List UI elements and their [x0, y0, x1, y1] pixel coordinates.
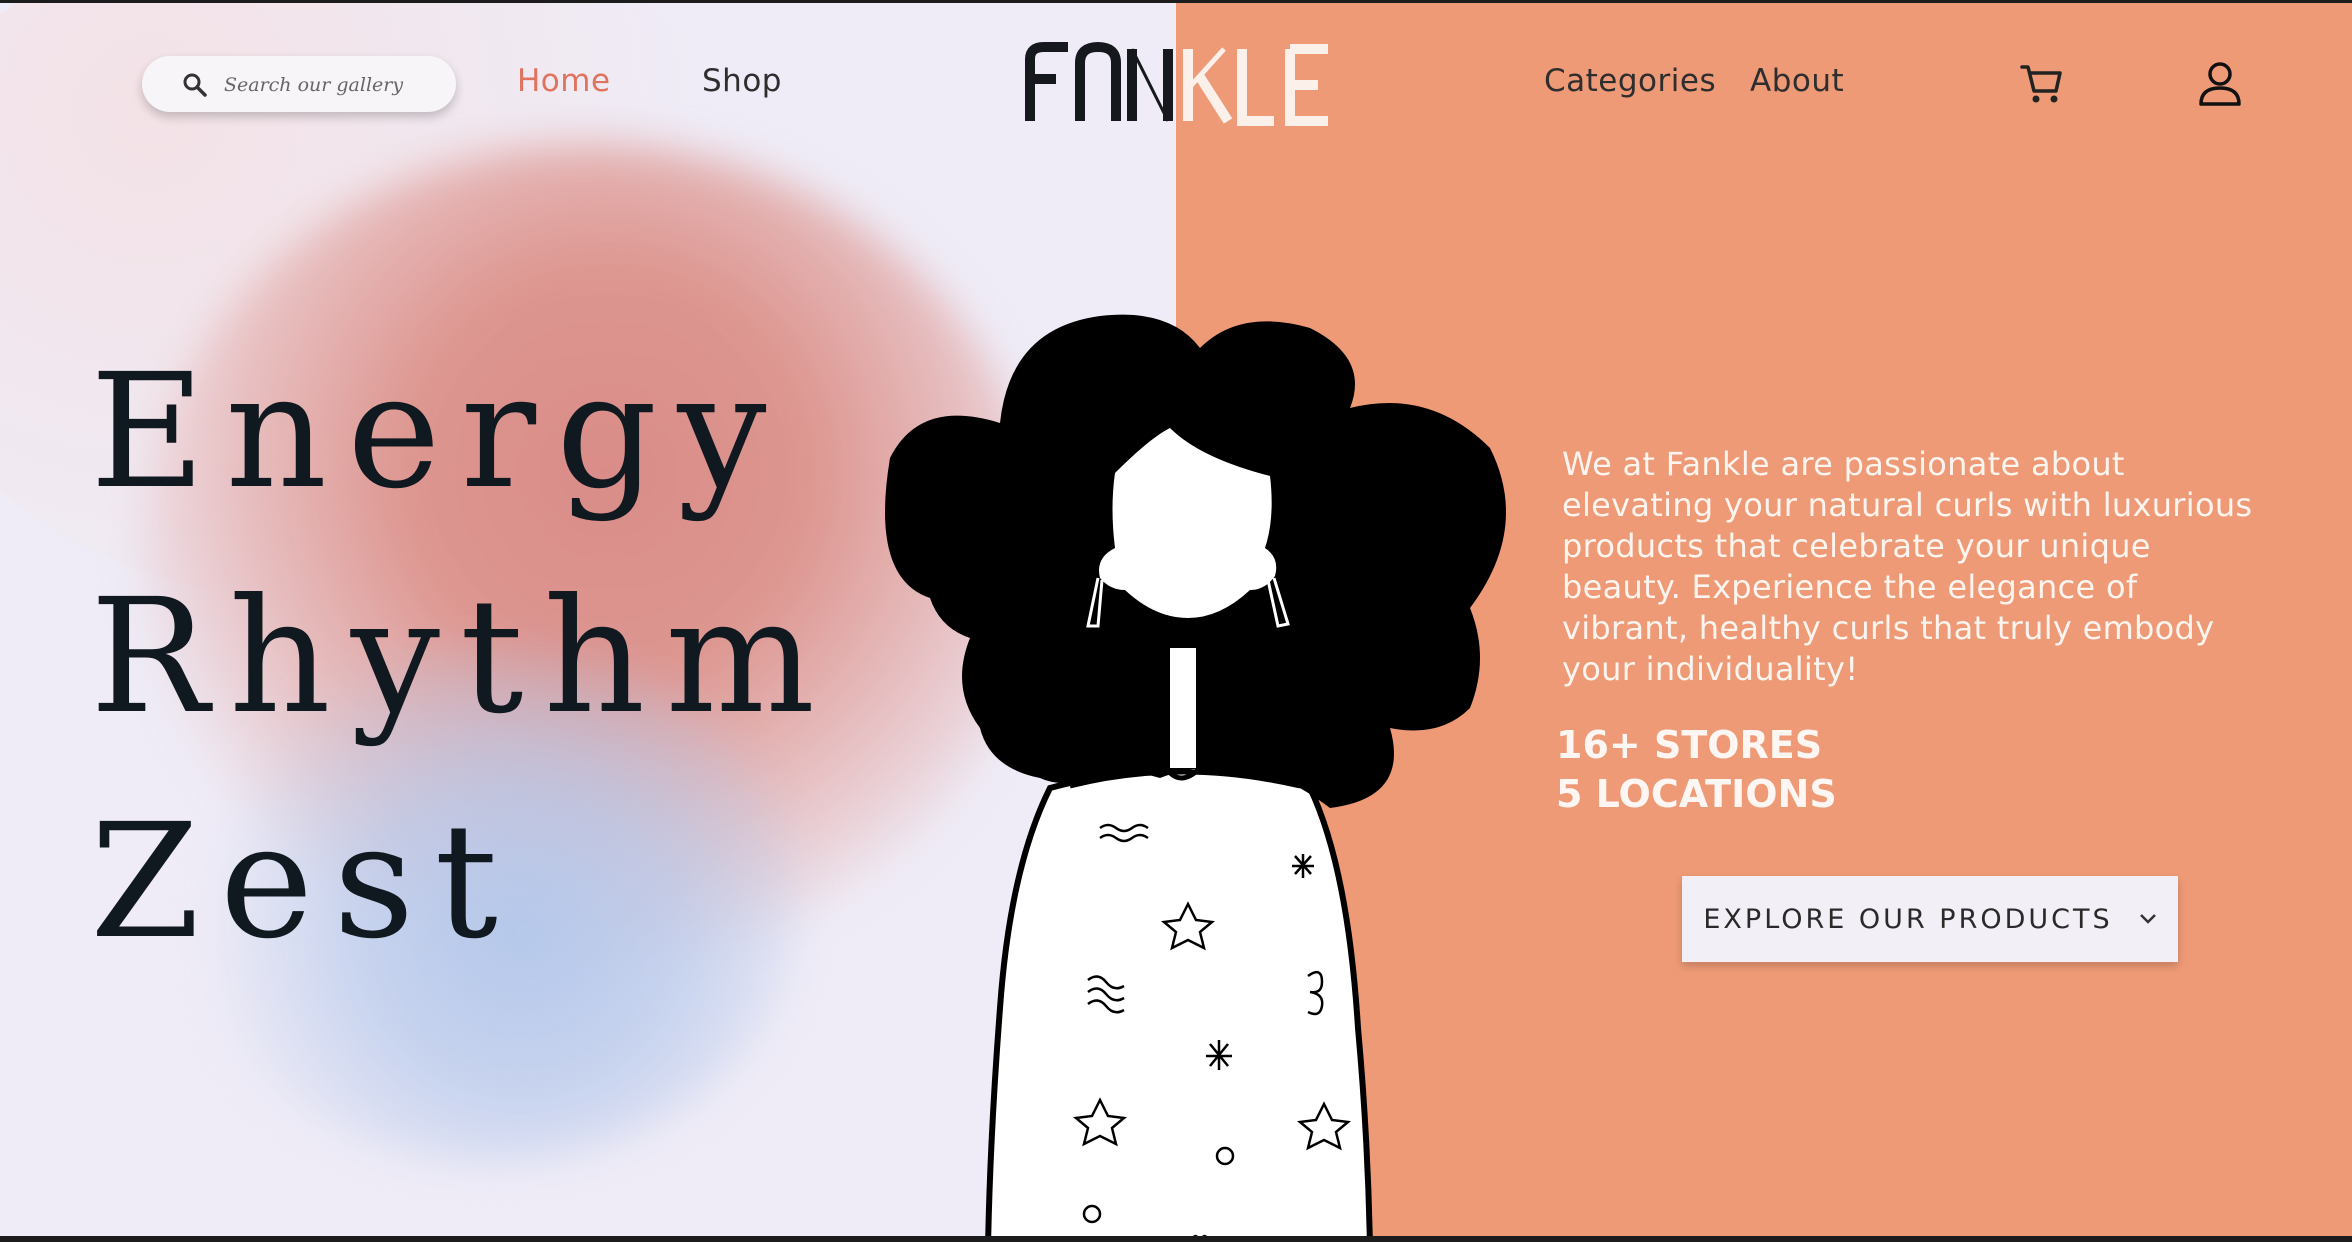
explore-products-label: EXPLORE OUR PRODUCTS	[1703, 903, 2113, 935]
landing-page: Home Shop Categories About	[0, 3, 2352, 1236]
user-icon[interactable]	[2197, 60, 2243, 108]
woman-illustration	[885, 314, 1506, 1236]
explore-products-button[interactable]: EXPLORE OUR PRODUCTS	[1682, 876, 2178, 962]
search-icon	[183, 73, 207, 97]
search-input[interactable]	[222, 68, 446, 102]
nav-shop-link[interactable]: Shop	[702, 63, 782, 99]
headline-line-1: Energy	[90, 340, 787, 524]
brand-description: We at Fankle are passionate about elevat…	[1562, 445, 2253, 688]
cart-icon[interactable]	[2018, 59, 2066, 107]
nav-home-link[interactable]: Home	[517, 63, 611, 99]
stat-stores: 16+ STORES	[1556, 723, 1823, 767]
nav-categories-link[interactable]: Categories	[1544, 63, 1716, 99]
stat-locations: 5 LOCATIONS	[1556, 772, 1837, 816]
search-bar[interactable]	[142, 56, 456, 112]
chevron-down-icon	[2139, 914, 2156, 924]
headline-line-2: Rhythm	[90, 565, 836, 749]
headline-line-3: Zest	[90, 790, 518, 974]
brand-logo[interactable]	[1022, 41, 1342, 127]
stats-block: 16+ STORES 5 LOCATIONS	[1556, 721, 1837, 819]
nav-about-link[interactable]: About	[1750, 63, 1844, 99]
